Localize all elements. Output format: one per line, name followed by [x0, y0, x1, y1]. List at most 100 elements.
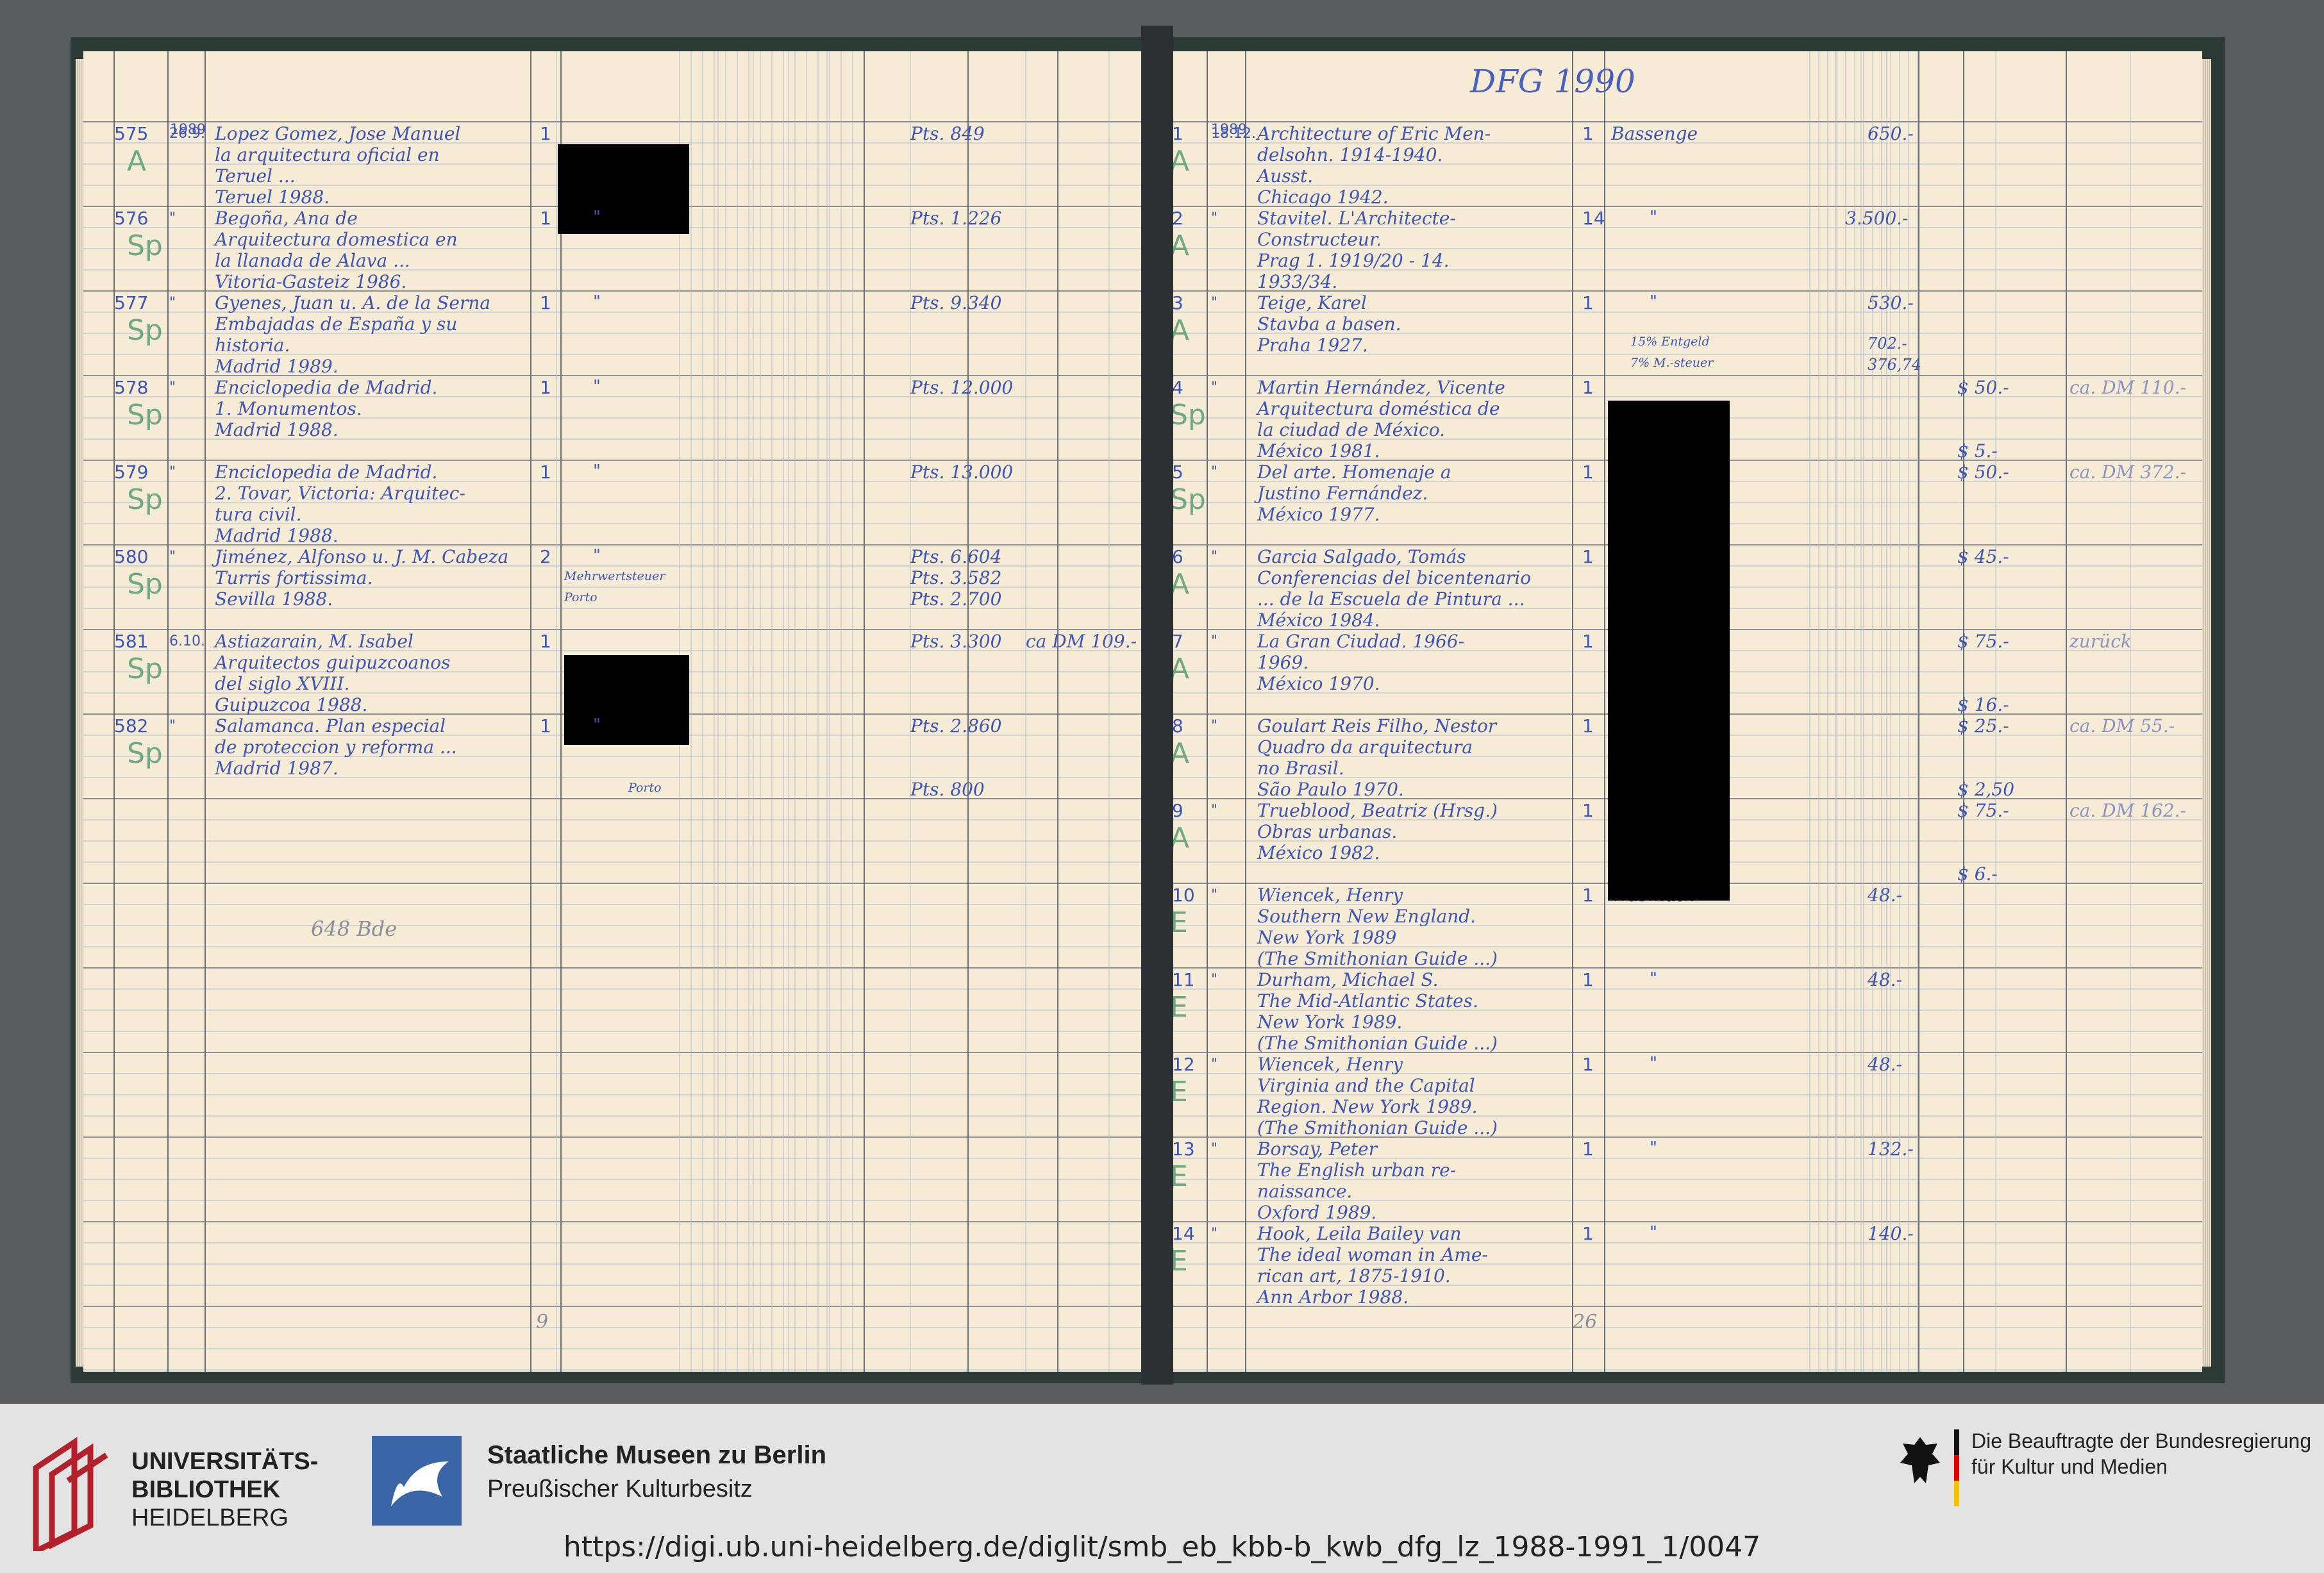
title-line: 1. Monumentos.: [215, 398, 362, 419]
federal-eagle-icon: [1900, 1437, 1940, 1483]
title-line: 1933/34.: [1257, 271, 1338, 292]
title-line: de proteccion y reforma ...: [215, 737, 457, 758]
title-line: Obras urbanas.: [1257, 821, 1398, 842]
entry-date: ": [1211, 1141, 1218, 1157]
title-line: Astiazarain, M. Isabel: [215, 631, 414, 652]
entry-number: 9: [1172, 800, 1183, 821]
title-line: naissance.: [1257, 1181, 1353, 1202]
surcharge-amount: 702.-: [1868, 335, 1907, 353]
dealer-ditto: ": [1650, 208, 1657, 227]
title-line: (The Smithonian Guide ...): [1257, 1117, 1498, 1138]
smb-title[interactable]: Staatliche Museen zu Berlin: [487, 1441, 826, 1470]
quantity: 1: [1582, 715, 1594, 737]
title-line: Praha 1927.: [1257, 335, 1368, 356]
left-ledger-page: 1989 575 26.9. A Lopez Gomez, Jose Manuel la …: [83, 51, 1149, 1372]
collection-signature: Sp: [1170, 483, 1206, 516]
smb-logo-icon[interactable]: [372, 1436, 462, 1526]
title-line: del siglo XVIII.: [215, 673, 350, 694]
entry-number: 6: [1172, 546, 1183, 567]
price-value: Pts. 12.000: [910, 377, 1014, 398]
collection-signature: A: [127, 145, 147, 178]
dm-estimate: ca DM 109.-: [1026, 631, 1137, 652]
title-line: Arquitectos guipuzcoanos: [215, 652, 451, 673]
source-url-link[interactable]: https://digi.ub.uni-heidelberg.de/diglit…: [0, 1531, 2324, 1563]
title-line: (The Smithonian Guide ...): [1257, 948, 1498, 969]
usd-amount: $ 75.-: [1957, 631, 2009, 652]
quantity: 1: [1582, 123, 1594, 144]
price-note: Porto: [628, 781, 662, 795]
entry-date: ": [1211, 1226, 1218, 1242]
volume-total: 648 Bde: [311, 917, 397, 941]
price-value: Pts. 849: [910, 123, 985, 144]
entry-date: 26.9.: [169, 126, 205, 142]
price-note: Porto: [564, 590, 598, 604]
amount-value: 48.-: [1868, 969, 1902, 990]
title-line: Arquitectura domestica en: [215, 229, 458, 250]
surcharge-amount: 376,74: [1868, 356, 1921, 374]
title-line: delsohn. 1914-1940.: [1257, 144, 1443, 165]
title-line: Arquitectura doméstica de: [1257, 398, 1500, 419]
collection-signature: Sp: [127, 568, 163, 601]
entry-number: 7: [1172, 631, 1183, 652]
amount-value: 132.-: [1868, 1138, 1914, 1160]
usd-amount: $ 16.-: [1957, 694, 2009, 715]
title-line: México 1977.: [1257, 504, 1380, 525]
title-line: Begoña, Ana de: [215, 208, 358, 229]
entry-date: ": [1211, 210, 1218, 226]
scan-area: 1989 575 26.9. A Lopez Gomez, Jose Manuel la …: [0, 0, 2324, 1404]
title-line: (The Smithonian Guide ...): [1257, 1033, 1498, 1054]
dealer-ditto: ": [593, 292, 601, 312]
usd-amount: $ 50.-: [1957, 462, 2009, 483]
quantity: 1: [540, 715, 551, 737]
entry-date: ": [1211, 972, 1218, 988]
entry-date: ": [1211, 295, 1218, 311]
entry-date: ": [169, 464, 176, 480]
title-line: New York 1989: [1257, 927, 1397, 948]
dealer-ditto: ": [593, 462, 601, 481]
title-line: Del arte. Homenaje a: [1257, 462, 1451, 483]
dealer-name: Bassenge: [1611, 123, 1698, 144]
dealer-ditto: ": [1650, 1138, 1657, 1158]
entry-date: ": [1211, 633, 1218, 649]
surcharge-label: 7% M.-steuer: [1630, 356, 1714, 370]
title-line: Gyenes, Juan u. A. de la Serna: [215, 292, 491, 313]
title-line: Virginia and the Capital: [1257, 1075, 1475, 1096]
price-note: Mehrwertsteuer: [564, 569, 665, 583]
price-value: Pts. 3.300: [910, 631, 1002, 652]
bkm-line1[interactable]: Die Beauftragte der Bundesregierung: [1971, 1429, 2311, 1453]
quantity: 1: [540, 123, 551, 144]
title-line: Enciclopedia de Madrid.: [215, 462, 438, 483]
price-value: Pts. 13.000: [910, 462, 1014, 483]
title-line: rican art, 1875-1910.: [1257, 1265, 1451, 1286]
entry-number: 2: [1172, 208, 1183, 229]
title-line: Vitoria-Gasteiz 1986.: [215, 271, 407, 292]
entry-date: ": [169, 379, 176, 395]
surcharge-label: 15% Entgeld: [1630, 335, 1710, 349]
right-ledger-page: DFG 1990 1989 1 18.12. A Architecture of Eric…: [1156, 51, 2202, 1372]
price-value: Pts. 3.582: [910, 567, 1002, 588]
page-header: DFG 1990: [1470, 63, 1635, 100]
title-line: Madrid 1988.: [215, 419, 339, 440]
title-line: La Gran Ciudad. 1966-: [1257, 631, 1465, 652]
title-line: Turris fortissima.: [215, 567, 373, 588]
entry-number: 578: [114, 377, 149, 398]
title-line: Prag 1. 1919/20 - 14.: [1257, 250, 1450, 271]
title-line: Jiménez, Alfonso u. J. M. Cabeza: [215, 546, 509, 567]
entry-number: 3: [1172, 292, 1183, 313]
title-line: Ausst.: [1257, 165, 1314, 187]
quantity: 1: [1582, 885, 1594, 906]
dealer-ditto: ": [1650, 1223, 1657, 1242]
right-page-edges: [2202, 59, 2211, 1367]
dealer-ditto: ": [593, 377, 601, 396]
entry-date: ": [169, 210, 176, 226]
entry-number: 579: [114, 462, 149, 483]
entry-number: 577: [114, 292, 149, 313]
title-line: Southern New England.: [1257, 906, 1476, 927]
title-line: Madrid 1987.: [215, 758, 339, 779]
title-line: Borsay, Peter: [1257, 1138, 1378, 1160]
entry-date: ": [1211, 803, 1218, 819]
quantity: 2: [540, 546, 551, 567]
title-line: Garcia Salgado, Tomás: [1257, 546, 1466, 567]
collection-signature: Sp: [127, 399, 163, 431]
ub-name[interactable]: UNIVERSITÄTS- BIBLIOTHEK HEIDELBERG: [131, 1447, 318, 1532]
